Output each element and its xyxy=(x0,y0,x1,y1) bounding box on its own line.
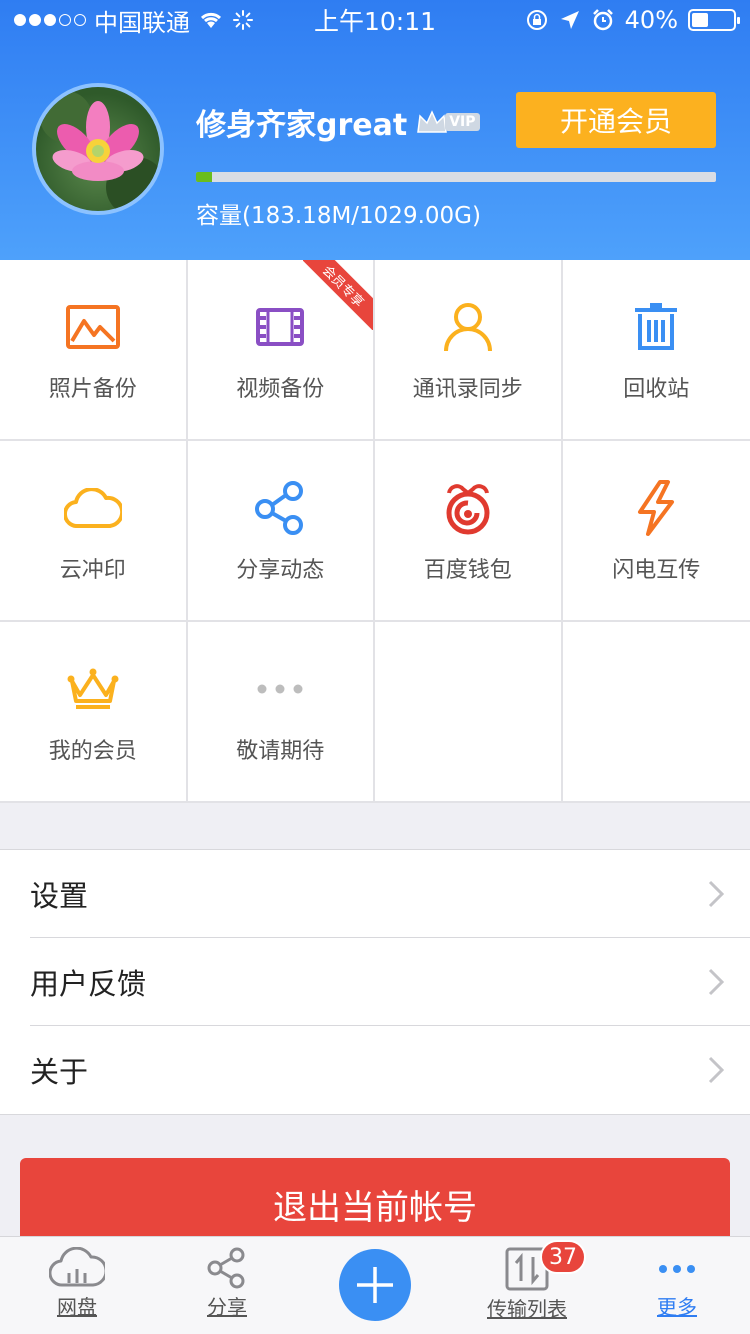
grid-item-baidu-wallet[interactable]: 百度钱包 xyxy=(375,441,563,622)
grid-item-video-backup[interactable]: 会员专享 视频备份 xyxy=(187,260,375,441)
menu-item-feedback[interactable]: 用户反馈 xyxy=(30,938,750,1026)
grid-item-flash-transfer[interactable]: 闪电互传 xyxy=(562,441,750,622)
feature-grid: 照片备份 会员专享 视频备份 通讯录同步 回收站 云冲印 分享动态 百度钱包 闪… xyxy=(0,260,750,803)
crown-icon xyxy=(63,659,123,719)
cloud-icon xyxy=(63,478,123,538)
menu-item-label: 用户反馈 xyxy=(30,966,147,1001)
grid-item-label: 通讯录同步 xyxy=(412,376,523,402)
rotation-lock-icon xyxy=(526,10,547,30)
location-arrow-icon xyxy=(560,11,579,29)
tab-label: 网盘 xyxy=(57,1295,97,1319)
lightning-icon xyxy=(626,478,686,538)
grid-item-recycle-bin[interactable]: 回收站 xyxy=(562,260,750,441)
grid-item-label: 照片备份 xyxy=(48,376,137,402)
tab-label: 分享 xyxy=(207,1295,247,1319)
chevron-right-icon xyxy=(708,968,724,996)
grid-empty-cell xyxy=(375,622,563,803)
grid-item-coming-soon[interactable]: 敬请期待 xyxy=(187,622,375,803)
menu-item-about[interactable]: 关于 xyxy=(30,1026,750,1114)
add-button[interactable] xyxy=(339,1249,411,1321)
settings-list: 设置 用户反馈 关于 xyxy=(0,849,750,1115)
more-icon xyxy=(659,1265,695,1273)
alarm-icon xyxy=(592,9,613,31)
video-icon xyxy=(250,297,310,357)
ribbon-label: 会员专享 xyxy=(303,260,373,330)
menu-item-label: 设置 xyxy=(30,878,89,913)
grid-empty-cell xyxy=(562,622,750,803)
storage-usage-bar xyxy=(196,172,716,182)
profile-header: 中国联通 上午10:11 40% 修身齐家great VIP 开通会员 容量(1… xyxy=(0,0,750,260)
vip-label: VIP xyxy=(445,113,480,131)
grid-item-share-feed[interactable]: 分享动态 xyxy=(187,441,375,622)
grid-item-my-membership[interactable]: 我的会员 xyxy=(0,622,188,803)
grid-item-label: 敬请期待 xyxy=(236,738,325,764)
grid-item-label: 视频备份 xyxy=(236,376,325,402)
loading-spinner-icon xyxy=(233,10,253,30)
grid-item-photo-backup[interactable]: 照片备份 xyxy=(0,260,188,441)
tab-share[interactable]: 分享 xyxy=(172,1247,282,1320)
share-icon xyxy=(207,1247,245,1289)
status-bar: 中国联通 上午10:11 40% xyxy=(0,0,750,40)
avatar[interactable] xyxy=(32,83,164,215)
signal-strength-icon xyxy=(14,14,86,26)
tab-more[interactable]: 更多 xyxy=(622,1247,732,1320)
chevron-right-icon xyxy=(708,880,724,908)
open-membership-button[interactable]: 开通会员 xyxy=(516,92,716,148)
cloud-disk-icon xyxy=(49,1247,105,1287)
grid-item-label: 分享动态 xyxy=(236,557,325,583)
tab-label: 传输列表 xyxy=(487,1297,567,1321)
share-icon xyxy=(250,478,310,538)
chevron-right-icon xyxy=(708,1056,724,1084)
storage-capacity-text: 容量(183.18M/1029.00G) xyxy=(196,203,481,229)
menu-item-label: 关于 xyxy=(30,1055,89,1089)
grid-item-label: 闪电互传 xyxy=(612,557,701,583)
grid-item-label: 回收站 xyxy=(623,376,690,402)
username: 修身齐家great xyxy=(196,108,408,143)
plus-icon xyxy=(357,1267,393,1303)
contact-icon xyxy=(438,297,498,357)
grid-item-contacts-sync[interactable]: 通讯录同步 xyxy=(375,260,563,441)
menu-item-settings[interactable]: 设置 xyxy=(30,850,750,938)
tab-netdisk[interactable]: 网盘 xyxy=(22,1247,132,1320)
carrier-name: 中国联通 xyxy=(94,8,190,37)
wallet-icon xyxy=(438,478,498,538)
more-dots-icon xyxy=(250,659,310,719)
battery-percent: 40% xyxy=(624,6,678,34)
grid-item-label: 云冲印 xyxy=(59,557,126,583)
grid-item-label: 我的会员 xyxy=(48,738,137,764)
crown-vip-icon xyxy=(417,110,448,133)
battery-icon xyxy=(688,9,740,31)
grid-item-label: 百度钱包 xyxy=(423,557,512,583)
vip-badge: VIP xyxy=(415,108,480,136)
wifi-icon xyxy=(200,12,222,28)
transfer-count-badge: 37 xyxy=(540,1240,586,1274)
lotus-flower-image xyxy=(40,91,160,211)
members-only-ribbon: 会员专享 xyxy=(303,260,373,330)
username-row: 修身齐家great VIP xyxy=(196,100,480,144)
photo-icon xyxy=(63,297,123,357)
grid-item-cloud-print[interactable]: 云冲印 xyxy=(0,441,188,622)
trash-icon xyxy=(626,297,686,357)
tab-label: 更多 xyxy=(657,1295,697,1319)
tab-bar: 网盘 分享 传输列表 更多 xyxy=(0,1236,750,1334)
